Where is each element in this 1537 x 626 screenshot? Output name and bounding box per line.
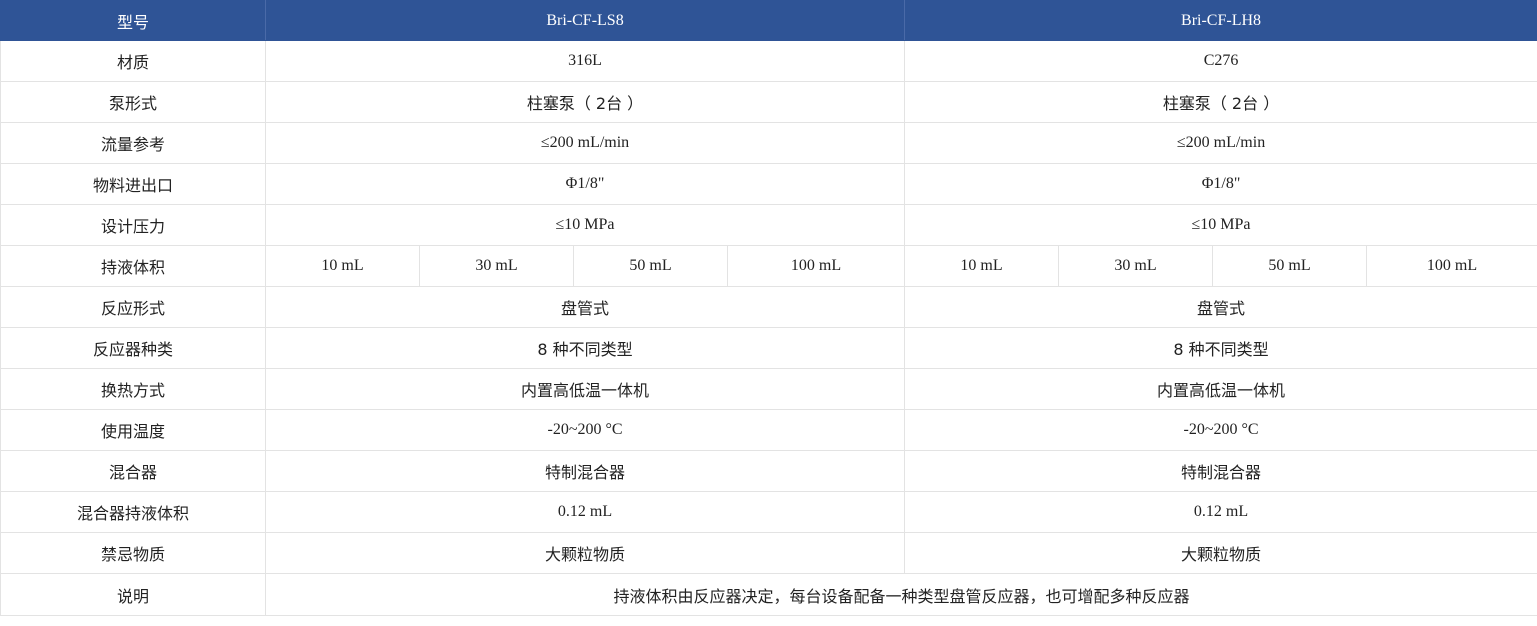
value-b: Φ1/8": [904, 163, 1537, 205]
row-label: 流量参考: [0, 122, 266, 164]
holdup-a-cell: 10 mL: [265, 245, 420, 287]
row-label: 说明: [0, 573, 266, 616]
row-mixer-holdup: 混合器持液体积 0.12 mL 0.12 mL: [0, 491, 1537, 533]
holdup-b-cell: 50 mL: [1212, 245, 1368, 287]
holdup-a-cell: 50 mL: [573, 245, 728, 287]
row-mixer: 混合器 特制混合器 特制混合器: [0, 450, 1537, 492]
row-label: 混合器持液体积: [0, 491, 266, 533]
value-b: 柱塞泵（ 2台 ）: [904, 81, 1537, 123]
row-forbidden: 禁忌物质 大颗粒物质 大颗粒物质: [0, 532, 1537, 574]
value-b: C276: [904, 40, 1537, 82]
value-b: 8 种不同类型: [904, 327, 1537, 369]
value-b: 盘管式: [904, 286, 1537, 328]
row-pressure: 设计压力 ≤10 MPa ≤10 MPa: [0, 204, 1537, 246]
row-pump: 泵形式 柱塞泵（ 2台 ） 柱塞泵（ 2台 ）: [0, 81, 1537, 123]
holdup-b-cell: 100 mL: [1366, 245, 1537, 287]
row-label: 使用温度: [0, 409, 266, 451]
value-b: 特制混合器: [904, 450, 1537, 492]
row-flow: 流量参考 ≤200 mL/min ≤200 mL/min: [0, 122, 1537, 164]
value-a: 8 种不同类型: [264, 327, 906, 369]
value-a: 特制混合器: [264, 450, 906, 492]
value-a: 0.12 mL: [264, 491, 906, 533]
row-temperature: 使用温度 -20~200 °C -20~200 °C: [0, 409, 1537, 451]
holdup-a-cell: 100 mL: [726, 245, 906, 287]
row-label: 反应器种类: [0, 327, 266, 369]
holdup-a-cell: 30 mL: [419, 245, 574, 287]
header-label: 型号: [0, 0, 266, 41]
value-a: 316L: [264, 40, 906, 82]
row-material: 材质 316L C276: [0, 40, 1537, 82]
holdup-b-cell: 10 mL: [904, 245, 1060, 287]
value-a: 盘管式: [264, 286, 906, 328]
row-label: 禁忌物质: [0, 532, 266, 574]
value-b: ≤10 MPa: [904, 204, 1537, 246]
row-reactor-types: 反应器种类 8 种不同类型 8 种不同类型: [0, 327, 1537, 369]
value-b: -20~200 °C: [904, 409, 1537, 451]
holdup-b-cell: 30 mL: [1058, 245, 1214, 287]
value-b: 大颗粒物质: [904, 532, 1537, 574]
value-a: ≤200 mL/min: [264, 122, 906, 164]
value-a: 内置高低温一体机: [264, 368, 906, 410]
header-row: 型号 Bri-CF-LS8 Bri-CF-LH8: [0, 0, 1537, 41]
model-a-header: Bri-CF-LS8: [264, 0, 906, 41]
value-a: -20~200 °C: [264, 409, 906, 451]
value-a: 大颗粒物质: [264, 532, 906, 574]
row-label: 设计压力: [0, 204, 266, 246]
row-label: 混合器: [0, 450, 266, 492]
row-heat-exchange: 换热方式 内置高低温一体机 内置高低温一体机: [0, 368, 1537, 410]
model-b-header: Bri-CF-LH8: [904, 0, 1537, 41]
note-value: 持液体积由反应器决定，每台设备配备一种类型盘管反应器，也可增配多种反应器: [264, 573, 1537, 616]
value-b: 0.12 mL: [904, 491, 1537, 533]
value-a: ≤10 MPa: [264, 204, 906, 246]
value-b: ≤200 mL/min: [904, 122, 1537, 164]
row-label: 材质: [0, 40, 266, 82]
row-label: 换热方式: [0, 368, 266, 410]
row-label: 持液体积: [0, 245, 266, 287]
row-holdup: 持液体积 10 mL 30 mL 50 mL 100 mL 10 mL 30 m…: [0, 245, 1537, 287]
row-reactor-form: 反应形式 盘管式 盘管式: [0, 286, 1537, 328]
spec-table: 型号 Bri-CF-LS8 Bri-CF-LH8 材质 316L C276 泵形…: [0, 0, 1537, 616]
row-label: 物料进出口: [0, 163, 266, 205]
value-a: Φ1/8": [264, 163, 906, 205]
value-b: 内置高低温一体机: [904, 368, 1537, 410]
row-label: 反应形式: [0, 286, 266, 328]
value-a: 柱塞泵（ 2台 ）: [264, 81, 906, 123]
row-port: 物料进出口 Φ1/8" Φ1/8": [0, 163, 1537, 205]
row-note: 说明 持液体积由反应器决定，每台设备配备一种类型盘管反应器，也可增配多种反应器: [0, 573, 1537, 616]
row-label: 泵形式: [0, 81, 266, 123]
